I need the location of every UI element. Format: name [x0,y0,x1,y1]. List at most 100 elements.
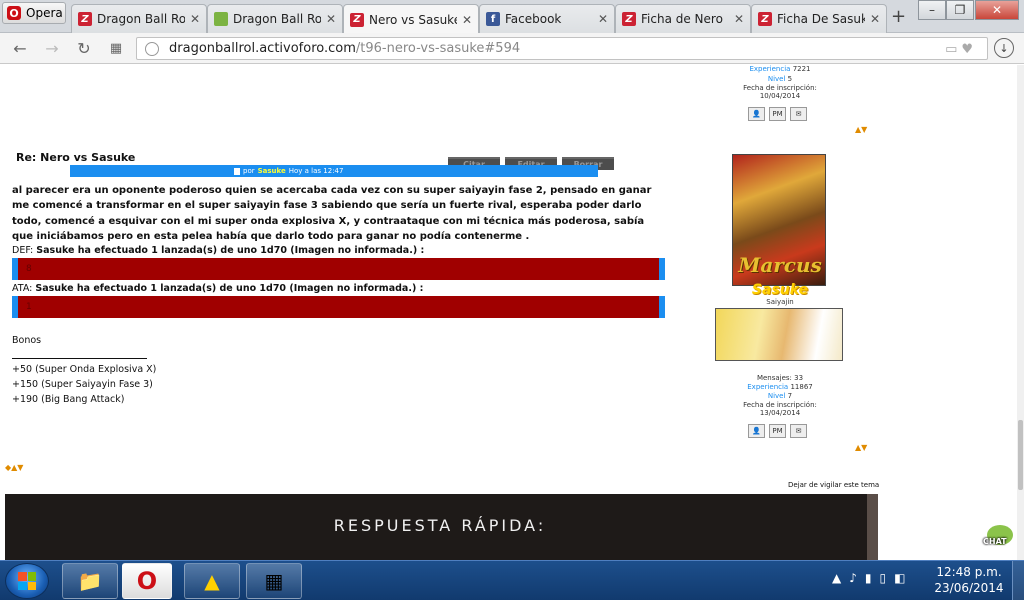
calculator-icon[interactable]: ▦ [246,563,302,599]
tab-nero-vs-sasuke[interactable]: Z Nero vs Sasuke ✕ [343,4,479,34]
downloads-icon[interactable]: ↓ [994,38,1014,58]
author-messages: Mensajes: 33 [756,374,804,382]
tab-close-icon[interactable]: ✕ [326,12,336,26]
tab-title: Dragon Ball Rol [233,12,321,26]
post-page-icon [234,167,240,175]
def-roll-value: 8 [26,264,32,274]
forward-arrow-icon[interactable]: → [42,38,62,58]
tab-dragon-ball-rol-2[interactable]: Dragon Ball Rol ✕ [207,4,343,33]
post-author-link[interactable]: Sasuke [258,167,286,175]
prev-profile-exp: Experiencia 7221 [749,65,811,73]
system-tray-icons[interactable]: ▲♪▮▯◧ [832,571,913,585]
unwatch-topic-link[interactable]: Dejar de vigilar este tema [788,481,879,489]
thread-nav-arrows-icon[interactable]: ◆▲▼ [5,463,23,472]
profile-user-icon[interactable]: 👤 [748,107,765,121]
tab-close-icon[interactable]: ✕ [734,12,744,26]
z-favicon-icon: Z [758,12,772,26]
author-rank: Saiyajin [766,298,794,306]
file-explorer-folder-icon[interactable]: 📁 [62,563,118,599]
quick-reply-panel: RESPUESTA RÁPIDA: [5,494,867,560]
quick-reply-side-border [867,494,878,560]
tab-dragon-ball-rol-1[interactable]: Z Dragon Ball Rol ✕ [71,4,207,33]
reload-icon[interactable]: ↻ [74,38,94,58]
email-envelope-icon[interactable]: ✉ [790,107,807,121]
show-desktop-button[interactable] [1012,561,1024,600]
bonus-item: +50 (Super Onda Explosiva X) [12,364,157,375]
tab-close-icon[interactable]: ✕ [190,12,200,26]
post-meta-bar: por Sasuke Hoy a las 12:47 [70,165,598,177]
opera-taskbar-icon[interactable]: O [122,563,172,599]
prev-profile-level: Nivel 5 [767,75,793,83]
clock-time: 12:48 p.m. [936,565,1002,579]
post-title: Re: Nero vs Sasuke [16,151,136,164]
avatar-caption: Marcus [738,253,822,277]
post-time: Hoy a las 12:47 [288,167,344,175]
restore-window-button[interactable]: ❐ [946,0,974,20]
opera-logo-icon: O [7,6,21,20]
speed-dial-grid-icon[interactable]: ▦ [106,38,126,58]
author-profile-actions: 👤 PM ✉ [748,424,807,438]
post-by-label: por [243,167,255,175]
chat-favicon-icon [214,12,228,26]
tab-title: Nero vs Sasuke [369,12,457,27]
browser-tab-bar: O Opera Z Dragon Ball Rol ✕ Dragon Ball … [0,0,1024,34]
app-arrow-logo-icon[interactable]: ▲ [184,563,240,599]
post-body: al parecer era un oponente poderoso quie… [12,185,652,242]
page-scrollbar[interactable] [1017,65,1024,560]
tab-close-icon[interactable]: ✕ [870,12,880,26]
windows-taskbar: 📁 O ▲ ▦ ▲♪▮▯◧ 12:48 p.m. 23/06/2014 [0,560,1024,600]
taskbar-clock[interactable]: 12:48 p.m. 23/06/2014 [932,564,1006,596]
quick-reply-title: RESPUESTA RÁPIDA: [333,516,547,535]
bookmark-heart-icon[interactable]: ▭♥ [945,42,977,57]
windows-logo-icon [18,572,36,590]
author-rank-banner-image [715,308,843,361]
scrollbar-thumb[interactable] [1018,420,1023,490]
tab-close-icon[interactable]: ✕ [598,12,608,26]
tab-facebook[interactable]: f Facebook ✕ [479,4,615,33]
tab-ficha-de-nero[interactable]: Z Ficha de Nero ✕ [615,4,751,33]
author-exp: Experiencia 11867 [747,383,813,391]
z-favicon-icon: Z [622,12,636,26]
ata-roll-value: 1 [26,302,32,312]
author-level: Nivel 7 [767,392,793,400]
prev-profile-actions: 👤 PM ✉ [748,107,807,121]
chat-label: CHAT [983,537,1007,546]
email-envelope-icon[interactable]: ✉ [790,424,807,438]
chat-widget[interactable]: CHAT [983,523,1017,553]
tab-title: Ficha de Nero [641,12,723,26]
tab-title: Dragon Ball Rol [97,12,185,26]
private-message-icon[interactable]: PM [769,107,786,121]
scroll-up-down-arrows-icon[interactable]: ▲▼ [855,443,867,452]
forum-page: Experiencia 7221 Nivel 5 Fecha de inscri… [0,65,1024,560]
bonus-title: Bonos [12,335,42,346]
new-tab-plus-icon[interactable]: + [891,6,906,27]
tab-close-icon[interactable]: ✕ [462,13,472,27]
profile-user-icon[interactable]: 👤 [748,424,765,438]
author-username[interactable]: Sasuke [740,282,820,298]
bonus-divider [12,358,147,359]
author-avatar[interactable]: Marcus [732,154,826,286]
clock-date: 23/06/2014 [934,581,1004,595]
bonus-item: +190 (Big Bang Attack) [12,394,125,405]
opera-menu-button[interactable]: O Opera [2,2,66,24]
ata-roll-result-bar: 1 [12,296,665,318]
start-button[interactable] [5,563,49,599]
opera-menu-label: Opera [26,6,63,20]
private-message-icon[interactable]: PM [769,424,786,438]
site-info-globe-icon[interactable] [145,41,159,56]
z-favicon-icon: Z [350,12,364,27]
url-field[interactable]: dragonballrol.activoforo.com/t96-nero-vs… [136,37,988,60]
def-roll-result-bar: 8 [12,258,665,280]
minimize-window-button[interactable]: – [918,0,946,20]
close-window-button[interactable]: ✕ [975,0,1019,20]
scroll-up-down-arrows-icon[interactable]: ▲▼ [855,125,867,134]
screen: O Opera Z Dragon Ball Rol ✕ Dragon Ball … [0,0,1024,600]
url-path: /t96-nero-vs-sasuke#594 [355,41,521,56]
tab-ficha-de-sasuke[interactable]: Z Ficha De Sasuke ✕ [751,4,887,33]
def-roll-label: DEF: Sasuke ha efectuado 1 lanzada(s) de… [12,245,425,256]
back-arrow-icon[interactable]: ← [10,38,30,58]
ata-roll-label: ATA: Sasuke ha efectuado 1 lanzada(s) de… [12,283,424,294]
facebook-favicon-icon: f [486,12,500,26]
bonus-item: +150 (Super Saiyayin Fase 3) [12,379,153,390]
prev-profile-joined: Fecha de inscripción: 10/04/2014 [743,84,817,100]
